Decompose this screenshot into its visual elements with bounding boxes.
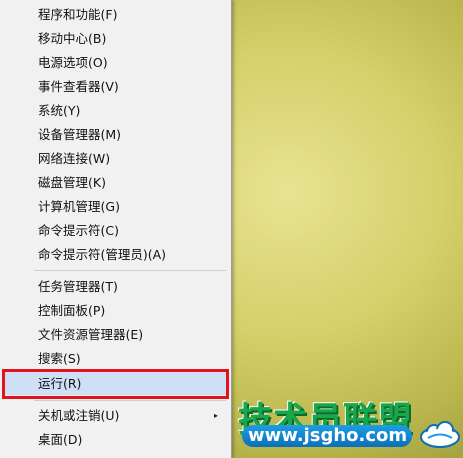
watermark-url: www.jsgho.com	[248, 425, 408, 446]
menu-item-disk-management[interactable]: 磁盘管理(K)	[2, 171, 228, 194]
menu-item-shutdown-label: 关机或注销(U)	[38, 408, 120, 423]
menu-item-command-prompt[interactable]: 命令提示符(C)	[2, 219, 228, 242]
menu-item-desktop[interactable]: 桌面(D)	[2, 428, 228, 451]
menu-item-file-explorer[interactable]: 文件资源管理器(E)	[2, 323, 228, 346]
menu-item-system[interactable]: 系统(Y)	[2, 99, 228, 122]
menu-separator	[34, 400, 226, 401]
menu-item-control-panel[interactable]: 控制面板(P)	[2, 299, 228, 322]
menu-item-device-manager[interactable]: 设备管理器(M)	[2, 123, 228, 146]
cloud-icon	[420, 421, 460, 448]
menu-item-mobility-center[interactable]: 移动中心(B)	[2, 27, 228, 50]
site-watermark: 技术员联盟 www.jsgho.com	[232, 392, 463, 458]
menu-item-shutdown-signout[interactable]: 关机或注销(U) ▸	[2, 404, 228, 427]
menu-item-search[interactable]: 搜索(S)	[2, 347, 228, 370]
menu-separator	[34, 270, 226, 271]
menu-item-power-options[interactable]: 电源选项(O)	[2, 51, 228, 74]
menu-item-command-prompt-admin[interactable]: 命令提示符(管理员)(A)	[2, 243, 228, 266]
menu-item-run[interactable]: 运行(R)	[2, 372, 228, 395]
submenu-arrow-icon: ▸	[213, 411, 218, 420]
winx-context-menu: 程序和功能(F) 移动中心(B) 电源选项(O) 事件查看器(V) 系统(Y) …	[0, 0, 232, 458]
menu-item-event-viewer[interactable]: 事件查看器(V)	[2, 75, 228, 98]
menu-item-programs-features[interactable]: 程序和功能(F)	[2, 3, 228, 26]
menu-item-task-manager[interactable]: 任务管理器(T)	[2, 275, 228, 298]
menu-item-network-connections[interactable]: 网络连接(W)	[2, 147, 228, 170]
menu-item-computer-management[interactable]: 计算机管理(G)	[2, 195, 228, 218]
